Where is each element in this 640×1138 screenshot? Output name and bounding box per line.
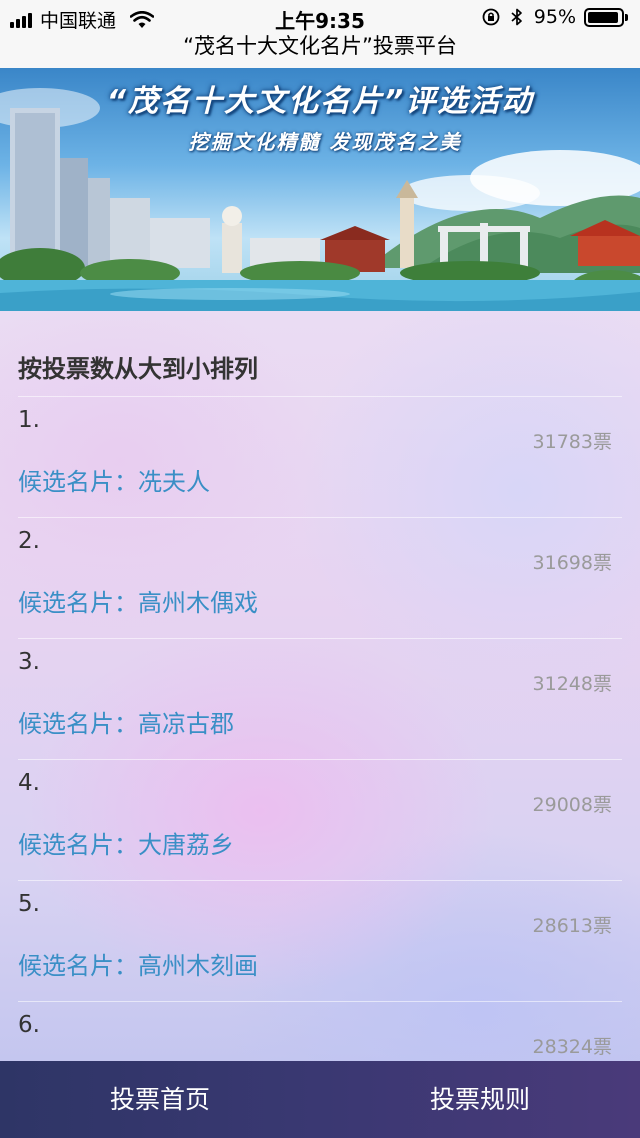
status-right: 95% (482, 6, 628, 28)
banner-title: “茂名十大文化名片”评选活动 (106, 84, 534, 119)
list-item[interactable]: 6. 28324票 (0, 1002, 640, 1061)
vote-count: 31698票 (532, 552, 612, 574)
battery-percent: 95% (533, 6, 576, 28)
battery-fill (588, 11, 619, 23)
vote-count: 28613票 (532, 915, 612, 937)
rank-number: 4. (18, 770, 40, 796)
vote-count: 28324票 (532, 1036, 612, 1058)
page-title: “茂名十大文化名片”投票平台 (183, 34, 457, 58)
orientation-lock-icon (482, 8, 500, 26)
vote-count: 29008票 (532, 794, 612, 816)
candidate-name[interactable]: 候选名片：冼夫人 (18, 462, 210, 497)
candidate-name[interactable]: 候选名片：大唐荔乡 (18, 825, 234, 860)
rank-number: 6. (18, 1012, 40, 1038)
list-item[interactable]: 5. 28613票 候选名片：高州木刻画 (0, 881, 640, 1002)
ranking-panel[interactable]: 按投票数从大到小排列 1. 31783票 候选名片：冼夫人 2. 31698票 … (0, 311, 640, 1061)
nav-bar: “茂名十大文化名片”投票平台 (0, 34, 640, 68)
list-item[interactable]: 2. 31698票 候选名片：高州木偶戏 (0, 518, 640, 639)
rank-number: 2. (18, 528, 40, 554)
list-item[interactable]: 4. 29008票 候选名片：大唐荔乡 (0, 760, 640, 881)
candidate-name[interactable]: 候选名片：高州木偶戏 (18, 583, 258, 618)
vote-count: 31783票 (532, 431, 612, 453)
status-bar: 中国联通 上午9:35 95% (0, 0, 640, 34)
rank-number: 3. (18, 649, 40, 675)
candidate-name[interactable]: 候选名片：高州木刻画 (18, 946, 258, 981)
banner: “茂名十大文化名片”评选活动 挖掘文化精髓 发现茂名之美 (0, 68, 640, 311)
rank-number: 1. (18, 407, 40, 433)
tab-bar: 投票首页 投票规则 (0, 1061, 640, 1138)
banner-subtitle: 挖掘文化精髓 发现茂名之美 (188, 130, 462, 154)
tab-vote-rules[interactable]: 投票规则 (320, 1061, 640, 1138)
bluetooth-icon (511, 8, 522, 26)
candidate-name[interactable]: 候选名片：高凉古郡 (18, 704, 234, 739)
battery-icon (584, 7, 628, 27)
list-item[interactable]: 3. 31248票 候选名片：高凉古郡 (0, 639, 640, 760)
list-heading: 按投票数从大到小排列 (18, 355, 258, 383)
vote-count: 31248票 (532, 673, 612, 695)
rank-number: 5. (18, 891, 40, 917)
tab-vote-home[interactable]: 投票首页 (0, 1061, 320, 1138)
list-item[interactable]: 1. 31783票 候选名片：冼夫人 (0, 397, 640, 518)
rank-list: 1. 31783票 候选名片：冼夫人 2. 31698票 候选名片：高州木偶戏 … (0, 397, 640, 1061)
